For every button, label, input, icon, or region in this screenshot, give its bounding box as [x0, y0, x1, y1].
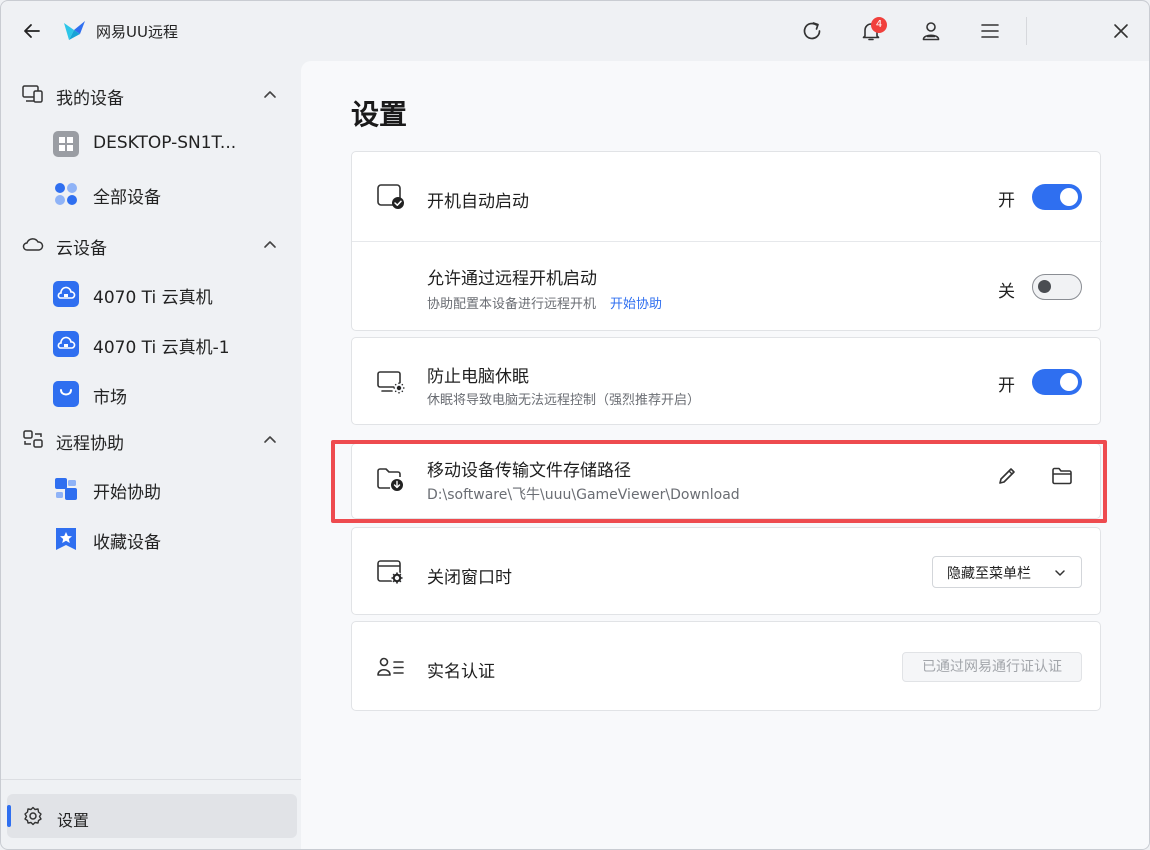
setting-row-realname: 实名认证 已通过网易通行证认证	[352, 622, 1102, 712]
app-title: 网易UU远程	[96, 23, 178, 41]
no-sleep-toggle[interactable]	[1032, 369, 1082, 395]
cloud-machine-icon	[53, 331, 79, 357]
setting-row-storage-path: 移动设备传输文件存储路径 D:\software\飞牛\uuu\GameView…	[352, 444, 1102, 520]
settings-card-startup: 开机自动启动 开 允许通过远程开机启动 协助配置本设备进行远程开机 开始协助 关	[351, 151, 1102, 332]
notification-badge: 4	[871, 17, 887, 33]
sidebar-group-remote-assist[interactable]: 远程协助	[1, 419, 301, 459]
sidebar-item-start-assist[interactable]: 开始协助	[1, 466, 301, 512]
start-assist-link[interactable]: 开始协助	[610, 297, 662, 312]
sidebar-group-label: 远程协助	[56, 434, 124, 454]
sidebar-item-cloud-4070ti-1[interactable]: 4070 Ti 云真机-1	[1, 321, 301, 367]
dropdown-selected-value: 隐藏至菜单栏	[947, 566, 1031, 582]
start-assist-icon	[55, 478, 77, 500]
sidebar-group-my-devices[interactable]: 我的设备	[1, 74, 301, 114]
chevron-up-icon	[264, 241, 276, 248]
star-bookmark-icon	[56, 528, 76, 550]
active-indicator	[7, 805, 11, 827]
verified-status-button: 已通过网易通行证认证	[902, 652, 1082, 682]
storage-path-value: D:\software\飞牛\uuu\GameViewer\Download	[427, 487, 740, 503]
sidebar: 我的设备 DESKTOP-SN1T... 全部设备 云设备 4070 Ti 云真…	[1, 61, 301, 849]
sidebar-item-label: 开始协助	[93, 483, 161, 503]
setting-title: 开机自动启动	[427, 192, 529, 212]
page-title: 设置	[351, 98, 408, 131]
open-folder-icon[interactable]	[1049, 463, 1075, 489]
menu-icon[interactable]	[976, 17, 1004, 45]
sidebar-item-all-devices[interactable]: 全部设备	[1, 171, 301, 217]
chevron-down-icon	[1055, 570, 1065, 576]
sidebar-item-label: 市场	[93, 388, 127, 408]
gear-icon	[24, 806, 42, 826]
settings-panel: 设置 开机自动启动 开 允许通过远程开机启动 协助配置本设备进行远程开机 开始协助…	[301, 61, 1149, 849]
setting-row-no-sleep: 防止电脑休眠 休眠将导致电脑无法远程控制（强烈推荐开启） 开	[352, 338, 1102, 426]
app-logo-icon	[64, 21, 85, 40]
toggle-state-label: 开	[998, 191, 1015, 211]
sidebar-item-label: 全部设备	[93, 188, 161, 208]
sidebar-group-label: 云设备	[56, 239, 107, 259]
all-devices-icon	[55, 183, 77, 205]
title-bar: 网易UU远程 4	[1, 1, 1149, 61]
sidebar-item-label: 收藏设备	[93, 533, 161, 553]
setting-title: 关闭窗口时	[427, 568, 512, 588]
sidebar-divider	[1, 779, 301, 780]
sidebar-item-label: 4070 Ti 云真机	[93, 288, 213, 308]
sidebar-item-settings[interactable]: 设置	[7, 794, 297, 838]
windows-pc-icon	[53, 131, 79, 157]
user-icon[interactable]	[917, 17, 945, 45]
setting-title: 移动设备传输文件存储路径	[427, 461, 631, 481]
setting-title: 允许通过远程开机启动	[427, 269, 597, 289]
close-behavior-dropdown[interactable]: 隐藏至菜单栏	[932, 556, 1082, 588]
sidebar-item-label: DESKTOP-SN1T...	[93, 133, 237, 153]
refresh-icon[interactable]	[798, 17, 826, 45]
setting-row-remote-boot: 允许通过远程开机启动 协助配置本设备进行远程开机 开始协助 关	[352, 242, 1102, 332]
sidebar-item-label: 设置	[57, 811, 90, 830]
sidebar-group-label: 我的设备	[56, 89, 124, 109]
chevron-up-icon	[264, 436, 276, 443]
setting-row-close-window: 关闭窗口时 隐藏至菜单栏	[352, 528, 1102, 616]
back-icon[interactable]	[19, 18, 45, 44]
autostart-toggle[interactable]	[1032, 184, 1082, 210]
cloud-icon	[22, 238, 44, 251]
sidebar-item-label: 4070 Ti 云真机-1	[93, 338, 230, 358]
setting-subtitle-text: 协助配置本设备进行远程开机	[427, 297, 597, 312]
sidebar-item-favorites[interactable]: 收藏设备	[1, 516, 301, 562]
sidebar-item-desktop[interactable]: DESKTOP-SN1T...	[1, 121, 301, 167]
app-window: 网易UU远程 4 我的设备 DESKTOP-SN1T... 全部设备 云设备 4…	[0, 0, 1150, 850]
close-icon[interactable]	[1107, 17, 1135, 45]
window-settings-icon	[377, 560, 403, 584]
setting-row-autostart: 开机自动启动 开	[352, 152, 1102, 241]
sidebar-group-cloud-devices[interactable]: 云设备	[1, 224, 301, 264]
remote-assist-icon	[23, 430, 43, 448]
edit-pencil-icon[interactable]	[994, 463, 1020, 489]
shopping-bag-icon	[53, 381, 79, 407]
cloud-machine-icon	[53, 281, 79, 307]
folder-download-icon	[377, 468, 403, 491]
settings-card-close-window: 关闭窗口时 隐藏至菜单栏	[351, 527, 1101, 615]
setting-title: 实名认证	[427, 662, 495, 682]
chevron-up-icon	[264, 91, 276, 98]
remote-boot-toggle[interactable]	[1032, 274, 1082, 300]
user-id-icon	[377, 657, 404, 676]
settings-card-sleep: 防止电脑休眠 休眠将导致电脑无法远程控制（强烈推荐开启） 开	[351, 337, 1101, 425]
toggle-state-label: 开	[998, 376, 1015, 396]
startup-check-icon	[377, 184, 404, 209]
monitor-sun-icon	[377, 371, 405, 394]
setting-subtitle: 休眠将导致电脑无法远程控制（强烈推荐开启）	[427, 393, 701, 408]
toggle-state-label: 关	[998, 282, 1015, 302]
setting-title: 防止电脑休眠	[427, 367, 529, 387]
settings-card-storage: 移动设备传输文件存储路径 D:\software\飞牛\uuu\GameView…	[351, 443, 1101, 519]
devices-icon	[22, 85, 43, 103]
sidebar-item-cloud-4070ti[interactable]: 4070 Ti 云真机	[1, 271, 301, 317]
setting-subtitle: 协助配置本设备进行远程开机 开始协助	[427, 293, 662, 312]
titlebar-divider	[1026, 17, 1027, 45]
sidebar-item-market[interactable]: 市场	[1, 371, 301, 417]
settings-card-realname: 实名认证 已通过网易通行证认证	[351, 621, 1101, 711]
